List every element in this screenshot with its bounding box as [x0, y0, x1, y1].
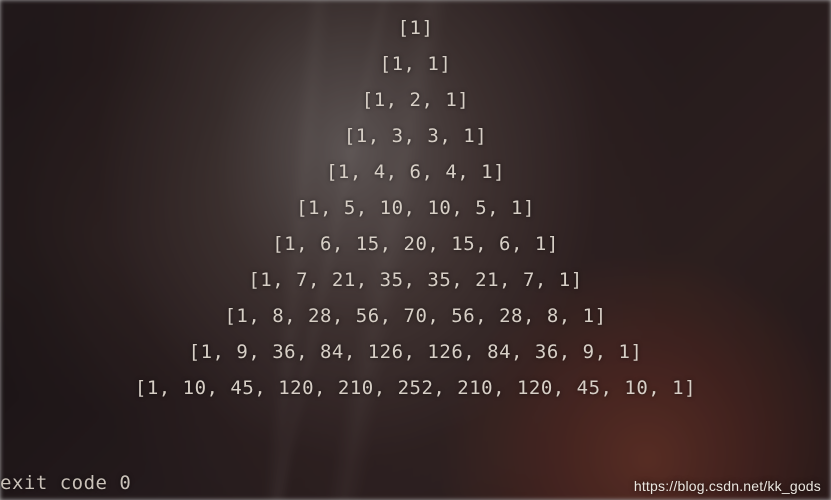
output-row: [1]	[0, 10, 831, 46]
console-output: [1][1, 1][1, 2, 1][1, 3, 3, 1][1, 4, 6, …	[0, 0, 831, 500]
exit-status: exit code 0	[0, 472, 131, 494]
watermark-url: https://blog.csdn.net/kk_gods	[634, 478, 821, 494]
output-row: [1, 7, 21, 35, 35, 21, 7, 1]	[0, 262, 831, 298]
output-row: [1, 2, 1]	[0, 82, 831, 118]
output-row: [1, 1]	[0, 46, 831, 82]
output-row: [1, 9, 36, 84, 126, 126, 84, 36, 9, 1]	[0, 334, 831, 370]
output-row: [1, 5, 10, 10, 5, 1]	[0, 190, 831, 226]
output-row: [1, 4, 6, 4, 1]	[0, 154, 831, 190]
output-row: [1, 10, 45, 120, 210, 252, 210, 120, 45,…	[0, 370, 831, 406]
output-row: [1, 6, 15, 20, 15, 6, 1]	[0, 226, 831, 262]
output-row: [1, 3, 3, 1]	[0, 118, 831, 154]
output-row: [1, 8, 28, 56, 70, 56, 28, 8, 1]	[0, 298, 831, 334]
